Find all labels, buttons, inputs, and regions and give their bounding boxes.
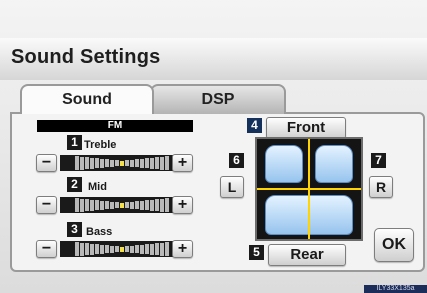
mid-marker: 2 — [67, 177, 82, 192]
level-segment — [135, 201, 139, 209]
level-segment — [85, 243, 89, 255]
treble-level-meter — [60, 155, 184, 171]
level-segment — [165, 156, 169, 170]
front-right-seat-icon — [315, 145, 353, 183]
level-segment — [130, 159, 134, 167]
front-button[interactable]: Front — [266, 117, 346, 139]
level-segment — [145, 158, 149, 168]
level-segment — [140, 244, 144, 254]
level-segment — [105, 159, 109, 167]
level-segment — [75, 198, 79, 212]
level-segment — [100, 244, 104, 254]
level-segment — [130, 201, 134, 209]
level-segment — [95, 200, 99, 210]
front-marker: 4 — [247, 118, 262, 133]
level-segment — [80, 242, 84, 256]
level-segment — [120, 202, 124, 208]
level-segment — [130, 245, 134, 253]
level-segment — [145, 200, 149, 210]
level-segment — [105, 201, 109, 209]
level-segment — [155, 243, 159, 255]
treble-label: Treble — [84, 139, 117, 151]
level-segment — [140, 158, 144, 168]
level-segment — [100, 200, 104, 210]
level-segment — [140, 200, 144, 210]
balance-crosshair-vertical — [308, 139, 310, 239]
level-segment — [115, 246, 119, 252]
screen-title: Sound Settings — [11, 46, 161, 68]
level-segment — [80, 198, 84, 212]
rear-button[interactable]: Rear — [268, 244, 346, 266]
level-segment — [95, 158, 99, 168]
level-segment — [150, 243, 154, 255]
tab-sound[interactable]: Sound — [20, 84, 154, 114]
level-segment — [90, 199, 94, 211]
image-code-badge: ILY33X135a — [364, 285, 427, 293]
level-segment — [125, 246, 129, 252]
mid-minus-button[interactable]: − — [36, 196, 57, 214]
treble-plus-button[interactable]: + — [172, 154, 193, 172]
level-segment — [75, 242, 79, 256]
level-segment — [90, 243, 94, 255]
level-segment — [160, 156, 164, 170]
mid-plus-button[interactable]: + — [172, 196, 193, 214]
level-segment — [85, 199, 89, 211]
ok-button[interactable]: OK — [374, 228, 414, 262]
level-segment — [110, 245, 114, 253]
mid-level-meter — [60, 197, 184, 213]
rear-marker: 5 — [249, 245, 264, 260]
treble-minus-button[interactable]: − — [36, 154, 57, 172]
level-segment — [100, 158, 104, 168]
balance-fader-grid[interactable] — [255, 137, 363, 241]
level-segment — [115, 160, 119, 166]
level-segment — [85, 157, 89, 169]
level-segment — [165, 198, 169, 212]
bass-marker: 3 — [67, 222, 82, 237]
level-segment — [80, 156, 84, 170]
level-segment — [150, 157, 154, 169]
level-segment — [125, 160, 129, 166]
level-segment — [150, 199, 154, 211]
right-button[interactable]: R — [369, 176, 393, 198]
bass-plus-button[interactable]: + — [172, 240, 193, 258]
level-segment — [135, 159, 139, 167]
right-marker: 7 — [371, 153, 386, 168]
level-segment — [160, 198, 164, 212]
level-segment — [90, 157, 94, 169]
level-segment — [125, 202, 129, 208]
level-segment — [105, 245, 109, 253]
level-segment — [115, 202, 119, 208]
level-segment — [160, 242, 164, 256]
audio-source-label: FM — [37, 120, 193, 132]
level-segment — [95, 244, 99, 254]
level-segment — [155, 199, 159, 211]
left-button[interactable]: L — [220, 176, 244, 198]
level-segment — [165, 242, 169, 256]
level-segment — [120, 246, 124, 252]
bass-level-meter — [60, 241, 184, 257]
tab-dsp[interactable]: DSP — [150, 84, 286, 114]
level-segment — [110, 201, 114, 209]
front-left-seat-icon — [265, 145, 303, 183]
level-segment — [135, 245, 139, 253]
mid-label: Mid — [88, 181, 107, 193]
level-segment — [120, 160, 124, 166]
level-segment — [75, 156, 79, 170]
left-marker: 6 — [229, 153, 244, 168]
treble-marker: 1 — [67, 135, 82, 150]
bass-label: Bass — [86, 226, 113, 238]
level-segment — [145, 244, 149, 254]
bass-minus-button[interactable]: − — [36, 240, 57, 258]
level-segment — [110, 159, 114, 167]
level-segment — [155, 157, 159, 169]
